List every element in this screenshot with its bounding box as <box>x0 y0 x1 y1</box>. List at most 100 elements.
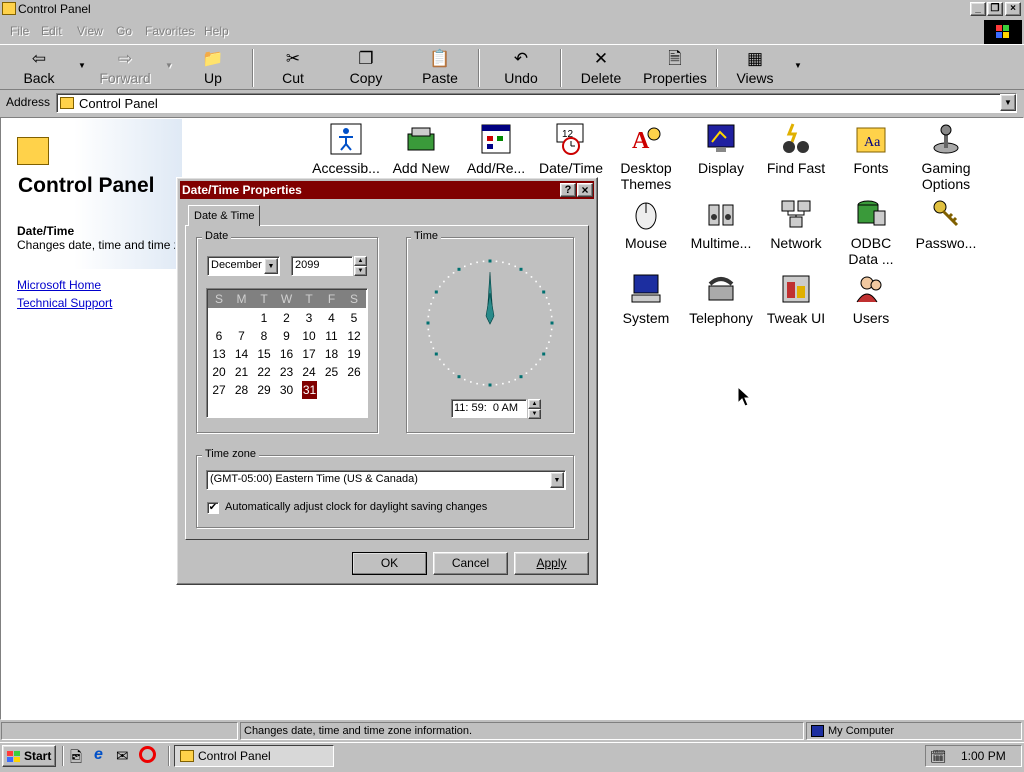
forward-dropdown-icon[interactable]: ▼ <box>165 61 173 70</box>
calendar-day[interactable]: 18 <box>321 345 343 363</box>
fonts-item[interactable]: Aa Fonts <box>836 122 906 176</box>
calendar-day[interactable]: 4 <box>321 309 343 327</box>
calendar-day[interactable]: 26 <box>343 363 365 381</box>
back-dropdown-icon[interactable]: ▼ <box>78 61 86 70</box>
calendar-day-selected[interactable]: 31 <box>302 381 317 399</box>
menu-edit[interactable]: Edit <box>41 24 62 38</box>
help-button[interactable]: ? <box>560 183 576 197</box>
system-item[interactable]: System <box>611 272 681 326</box>
internet-explorer-icon[interactable]: e <box>94 746 103 764</box>
calendar-day[interactable]: 20 <box>208 363 230 381</box>
network-item[interactable]: Network <box>761 197 831 251</box>
accessibility-item[interactable]: Accessib... <box>311 122 381 176</box>
delete-button[interactable]: ✕ Delete <box>566 48 636 90</box>
timezone-dropdown-icon[interactable]: ▼ <box>550 472 564 488</box>
calendar-day[interactable]: 25 <box>321 363 343 381</box>
calendar-day[interactable]: 22 <box>253 363 275 381</box>
cut-button[interactable]: ✂ Cut <box>258 48 328 90</box>
calendar-day[interactable]: 28 <box>231 381 253 399</box>
calendar-day[interactable]: 19 <box>343 345 365 363</box>
tweak-ui-item[interactable]: Tweak UI <box>761 272 831 326</box>
odbc-data-sources-item[interactable]: ODBC Data ... <box>836 197 906 267</box>
menu-view[interactable]: View <box>77 24 103 38</box>
cancel-button[interactable]: Cancel <box>433 552 508 575</box>
copy-button[interactable]: ❐ Copy <box>331 48 401 90</box>
address-input[interactable]: Control Panel ▼ <box>56 93 1017 113</box>
display-item[interactable]: Display <box>686 122 756 176</box>
calendar-day[interactable]: 12 <box>343 327 365 345</box>
desktop-themes-item[interactable]: A Desktop Themes <box>611 122 681 192</box>
year-input[interactable]: 2099 <box>291 256 353 276</box>
undo-button[interactable]: ↶ Undo <box>486 48 556 90</box>
ok-button[interactable]: OK <box>352 552 427 575</box>
date-time-item[interactable]: 12 Date/Time <box>536 122 606 176</box>
tab-date-time[interactable]: Date & Time <box>188 205 260 226</box>
calendar-day[interactable]: 14 <box>231 345 253 363</box>
year-up-button[interactable]: ▲ <box>354 256 367 266</box>
calendar-day[interactable]: 9 <box>276 327 298 345</box>
tray-settings-icon[interactable]: 🗓 <box>930 749 947 765</box>
calendar-day[interactable]: 16 <box>276 345 298 363</box>
calendar-day[interactable]: 1 <box>253 309 275 327</box>
menu-go[interactable]: Go <box>116 24 132 38</box>
menu-file[interactable]: File <box>10 24 29 38</box>
show-desktop-icon[interactable]: 🖻 <box>70 747 82 772</box>
calendar-day[interactable]: 30 <box>276 381 298 399</box>
time-up-button[interactable]: ▲ <box>528 399 541 409</box>
close-button[interactable]: × <box>1005 2 1021 16</box>
gaming-options-item[interactable]: Gaming Options <box>911 122 981 192</box>
opera-icon[interactable] <box>139 746 156 763</box>
menu-help[interactable]: Help <box>204 24 229 38</box>
outlook-express-icon[interactable]: ✉ <box>116 747 129 765</box>
address-dropdown-button[interactable]: ▼ <box>1000 94 1016 111</box>
users-item[interactable]: Users <box>836 272 906 326</box>
add-new-hardware-item[interactable]: Add New <box>386 122 456 176</box>
properties-button[interactable]: 🗎 Properties <box>637 48 713 90</box>
year-down-button[interactable]: ▼ <box>354 266 367 276</box>
dialog-close-button[interactable]: × <box>577 183 593 197</box>
forward-button[interactable]: ⇨ Forward <box>90 48 160 90</box>
back-button[interactable]: ⇦ Back <box>4 48 74 90</box>
start-button[interactable]: Start <box>2 745 56 767</box>
timezone-select[interactable]: (GMT-05:00) Eastern Time (US & Canada) ▼ <box>206 470 566 490</box>
calendar-day[interactable]: 10 <box>298 327 320 345</box>
paste-button[interactable]: 📋 Paste <box>405 48 475 90</box>
restore-button[interactable]: ❐ <box>987 2 1003 16</box>
time-input[interactable]: 11: 59: 0 AM <box>451 399 527 418</box>
calendar-day[interactable]: 17 <box>298 345 320 363</box>
time-down-button[interactable]: ▼ <box>528 409 541 419</box>
calendar-day[interactable]: 8 <box>253 327 275 345</box>
calendar-day[interactable]: 6 <box>208 327 230 345</box>
calendar-day[interactable]: 24 <box>298 363 320 381</box>
up-button[interactable]: 📁 Up <box>178 48 248 90</box>
calendar-day[interactable]: 23 <box>276 363 298 381</box>
telephony-item[interactable]: Telephony <box>686 272 756 326</box>
microsoft-home-link[interactable]: Microsoft Home <box>17 278 101 292</box>
find-fast-item[interactable]: Find Fast <box>761 122 831 176</box>
calendar-day[interactable]: 2 <box>276 309 298 327</box>
taskbar-button-control-panel[interactable]: Control Panel <box>174 745 334 767</box>
calendar-day[interactable]: 7 <box>231 327 253 345</box>
window-titlebar[interactable]: Control Panel _ ❐ × <box>0 0 1024 18</box>
technical-support-link[interactable]: Technical Support <box>17 296 112 310</box>
calendar-day[interactable]: 29 <box>253 381 275 399</box>
calendar-day[interactable]: 11 <box>321 327 343 345</box>
calendar-day[interactable]: 27 <box>208 381 230 399</box>
calendar-day[interactable]: 15 <box>253 345 275 363</box>
dialog-titlebar[interactable]: Date/Time Properties ? × <box>180 181 594 199</box>
calendar-day[interactable]: 21 <box>231 363 253 381</box>
calendar-day[interactable]: 5 <box>343 309 365 327</box>
month-dropdown-icon[interactable]: ▼ <box>264 258 278 274</box>
apply-button[interactable]: Apply <box>514 552 589 575</box>
passwords-item[interactable]: Passwo... <box>911 197 981 251</box>
calendar-day[interactable]: 3 <box>298 309 320 327</box>
menu-favorites[interactable]: Favorites <box>145 24 194 38</box>
calendar-day[interactable]: 13 <box>208 345 230 363</box>
views-button[interactable]: ▦ Views <box>720 48 790 90</box>
mouse-item[interactable]: Mouse <box>611 197 681 251</box>
month-select[interactable]: December ▼ <box>207 256 280 276</box>
dst-checkbox[interactable]: ✔ <box>207 502 219 514</box>
minimize-button[interactable]: _ <box>970 2 986 16</box>
tray-clock[interactable]: 1:00 PM <box>961 749 1006 763</box>
multimedia-item[interactable]: Multime... <box>686 197 756 251</box>
